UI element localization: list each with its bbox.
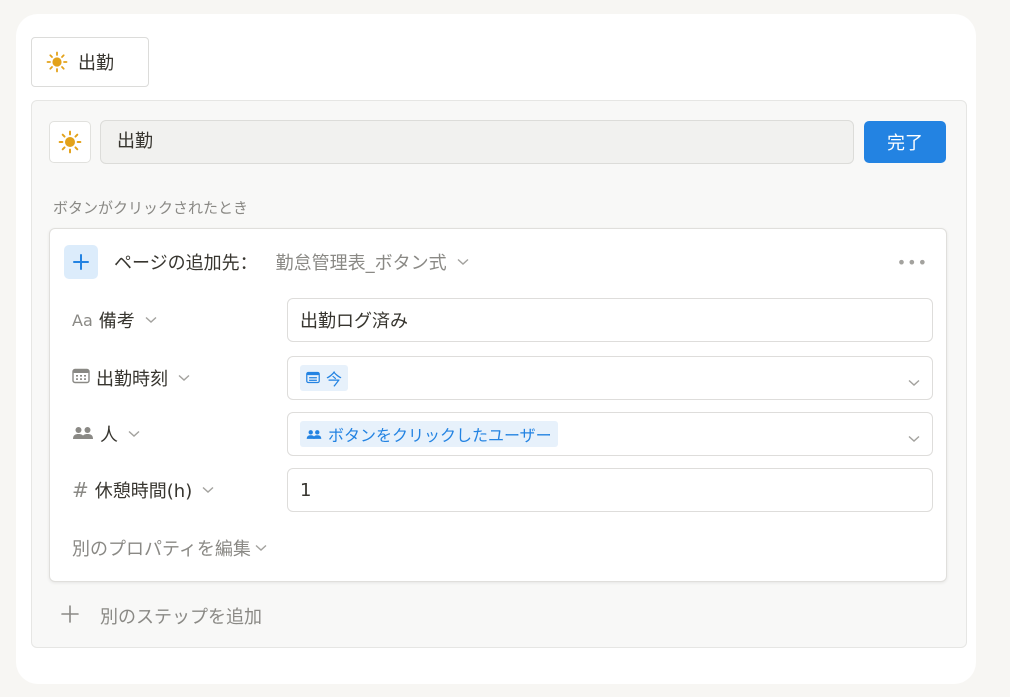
property-name: 人 <box>100 425 118 446</box>
chevron-down-icon <box>145 316 157 324</box>
chevron-down-icon <box>128 430 140 438</box>
property-row-checkin-time[interactable]: 出勤時刻 <box>72 356 190 400</box>
add-step-button[interactable]: 別のステップを追加 <box>60 603 262 629</box>
person-chip: ボタンをクリックしたユーザー <box>300 421 558 447</box>
people-icon <box>72 424 94 445</box>
property-label-checkin-time: 出勤時刻 <box>72 365 190 391</box>
button-icon-picker[interactable] <box>49 121 91 163</box>
action-step-card: ページの追加先： 勤怠管理表_ボタン式 ••• Aa 備考 出勤ログ済み 出勤時… <box>49 228 947 582</box>
button-settings-card: 出勤 出勤 完了 ボタンがクリックされたとき ページの追加先： 勤怠管理表_ボタ… <box>16 14 976 684</box>
edit-other-property-label: 別のプロパティを編集 <box>72 539 251 560</box>
notes-value-input[interactable]: 出勤ログ済み <box>287 298 933 342</box>
button-editor: 出勤 完了 ボタンがクリックされたとき ページの追加先： 勤怠管理表_ボタン式 <box>31 100 967 648</box>
button-preview[interactable]: 出勤 <box>31 37 149 87</box>
property-label-break-hours: # 休憩時間(h) <box>72 477 214 503</box>
plus-icon <box>64 245 98 279</box>
property-label-person: 人 <box>72 421 140 447</box>
notes-value: 出勤ログ済み <box>300 311 408 332</box>
done-button[interactable]: 完了 <box>864 121 946 163</box>
break-hours-value: 1 <box>300 479 312 501</box>
property-row-notes[interactable]: Aa 備考 <box>72 298 157 342</box>
date-chip: 今 <box>300 365 349 391</box>
trigger-label: ボタンがクリックされたとき <box>53 199 249 217</box>
text-icon: Aa <box>72 310 93 330</box>
property-name: 休憩時間(h) <box>94 481 193 502</box>
chevron-down-icon <box>908 427 920 448</box>
sun-icon <box>58 130 82 154</box>
break-hours-value-input[interactable]: 1 <box>287 468 933 512</box>
people-icon <box>306 425 322 444</box>
sun-icon <box>46 51 68 73</box>
button-preview-label: 出勤 <box>78 53 114 74</box>
step-title: ページの追加先： <box>114 253 258 274</box>
property-row-person[interactable]: 人 <box>72 412 140 456</box>
database-selector[interactable]: 勤怠管理表_ボタン式 <box>276 249 469 275</box>
chevron-down-icon <box>255 544 267 552</box>
database-name: 勤怠管理表_ボタン式 <box>275 253 447 274</box>
number-icon: # <box>72 478 89 502</box>
chevron-down-icon <box>202 486 214 494</box>
property-name: 備考 <box>98 311 135 332</box>
chevron-down-icon <box>908 371 920 392</box>
calendar-icon <box>306 369 320 388</box>
step-header: ページの追加先： 勤怠管理表_ボタン式 <box>64 245 469 279</box>
more-options-icon[interactable]: ••• <box>897 253 928 272</box>
date-chip-label: 今 <box>326 370 343 389</box>
person-value-select[interactable]: ボタンをクリックしたユーザー <box>287 412 933 456</box>
property-label-notes: Aa 備考 <box>72 307 157 333</box>
property-name: 出勤時刻 <box>96 369 168 390</box>
property-row-break-hours[interactable]: # 休憩時間(h) <box>72 468 214 512</box>
calendar-icon <box>72 368 90 389</box>
checkin-time-value-select[interactable]: 今 <box>287 356 933 400</box>
chevron-down-icon <box>457 258 469 266</box>
add-step-label: 別のステップを追加 <box>100 607 262 628</box>
chevron-down-icon <box>178 374 190 382</box>
person-chip-label: ボタンをクリックしたユーザー <box>328 426 552 445</box>
plus-icon <box>60 604 80 629</box>
button-name-input[interactable]: 出勤 <box>100 120 854 164</box>
edit-other-property-button[interactable]: 別のプロパティを編集 <box>72 535 267 561</box>
